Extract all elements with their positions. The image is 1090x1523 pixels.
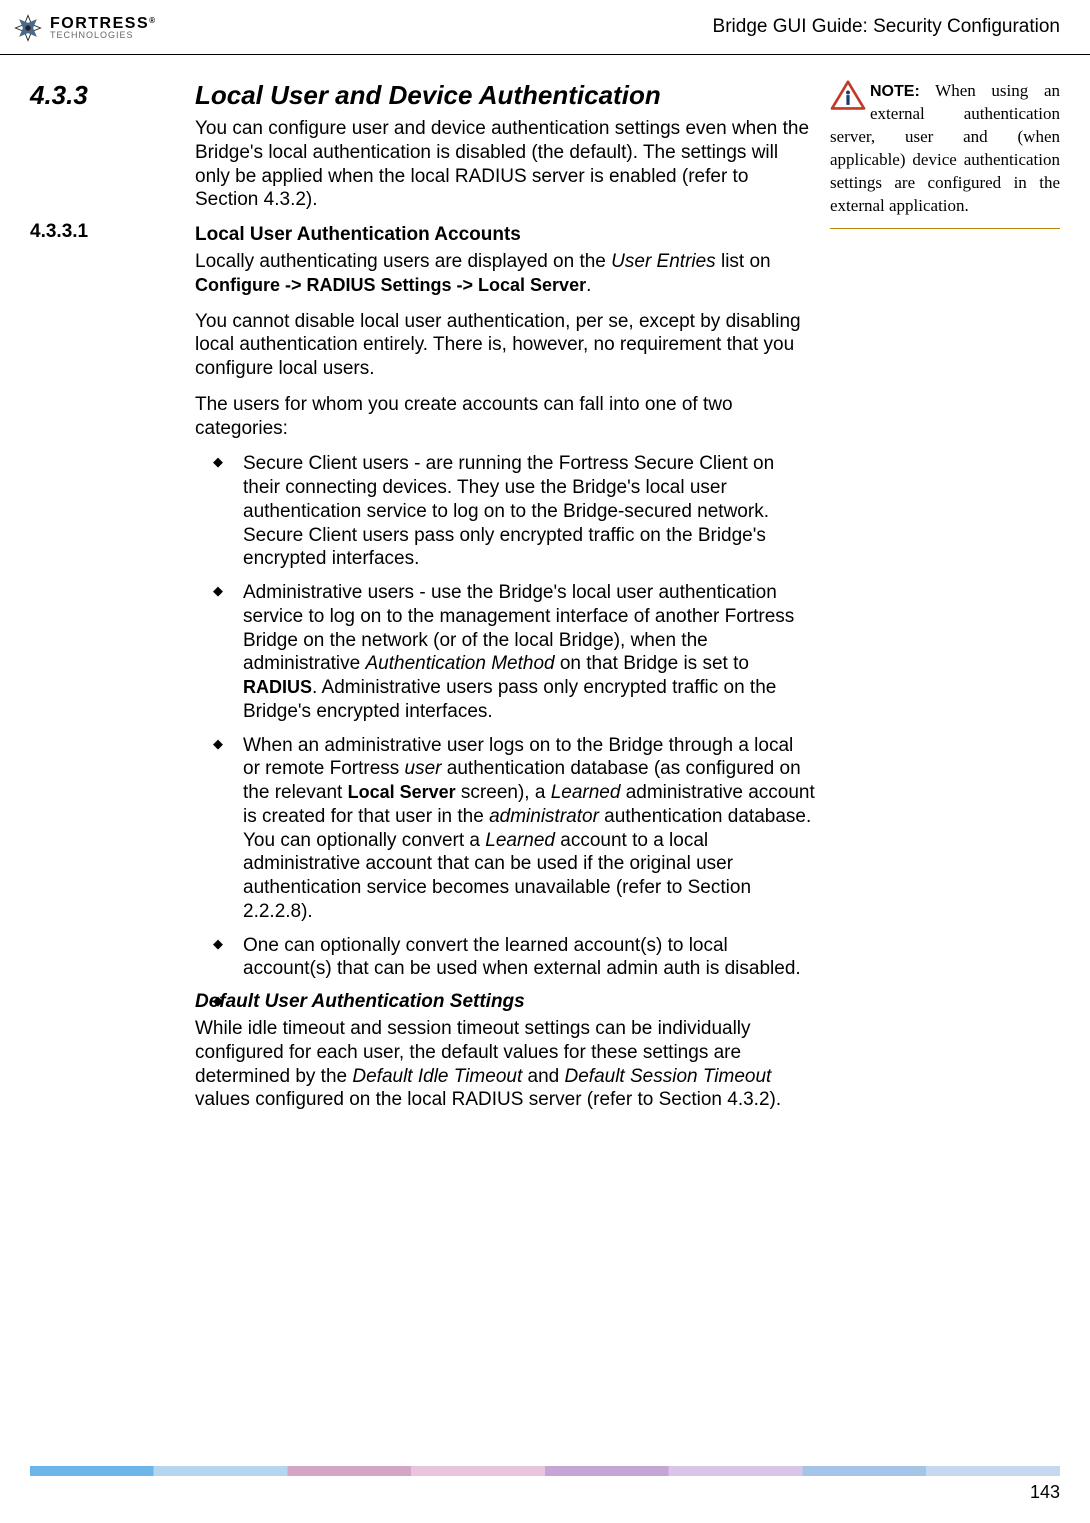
subsection-title: Local User Authentication Accounts	[195, 224, 815, 246]
inline-heading: Default User Authentication Settings	[195, 991, 815, 1013]
list-item: One can optionally convert the learned a…	[195, 934, 815, 982]
paragraph: While idle timeout and session timeout s…	[195, 1017, 815, 1112]
fortress-logo-icon	[10, 10, 46, 46]
footer-decorative-bar	[30, 1466, 1060, 1476]
list-item: Administrative users - use the Bridge's …	[195, 581, 815, 724]
paragraph: The users for whom you create accounts c…	[195, 393, 815, 441]
main-content: Local User and Device Authentication You…	[195, 80, 815, 1124]
list-item: When an administrative user logs on to t…	[195, 734, 815, 924]
subsection-number: 4.3.3.1	[30, 221, 195, 243]
paragraph: You cannot disable local user authentica…	[195, 310, 815, 381]
document-title: Bridge GUI Guide: Security Configuration	[713, 10, 1060, 38]
logo-text: FORTRESS® TECHNOLOGIES	[50, 17, 157, 39]
section-intro: You can configure user and device authen…	[195, 117, 815, 212]
note-label: NOTE:	[870, 83, 920, 100]
list-item: Secure Client users - are running the Fo…	[195, 452, 815, 571]
page-header: FORTRESS® TECHNOLOGIES Bridge GUI Guide:…	[0, 0, 1090, 55]
section-numbers-column: 4.3.3 4.3.3.1	[30, 80, 195, 1124]
logo: FORTRESS® TECHNOLOGIES	[10, 10, 157, 46]
section-title: Local User and Device Authentication	[195, 80, 815, 111]
page-footer: 143	[30, 1466, 1060, 1503]
note-callout: NOTE: When using an external authenticat…	[830, 80, 1060, 229]
page-body: 4.3.3 4.3.3.1 Local User and Device Auth…	[0, 80, 1090, 1124]
paragraph: Locally authenticating users are display…	[195, 250, 815, 298]
margin-notes: NOTE: When using an external authenticat…	[830, 80, 1060, 1124]
bullet-list: Secure Client users - are running the Fo…	[195, 452, 815, 981]
section-number: 4.3.3	[30, 80, 195, 111]
info-warning-icon	[830, 80, 866, 112]
page-number: 143	[30, 1482, 1060, 1503]
